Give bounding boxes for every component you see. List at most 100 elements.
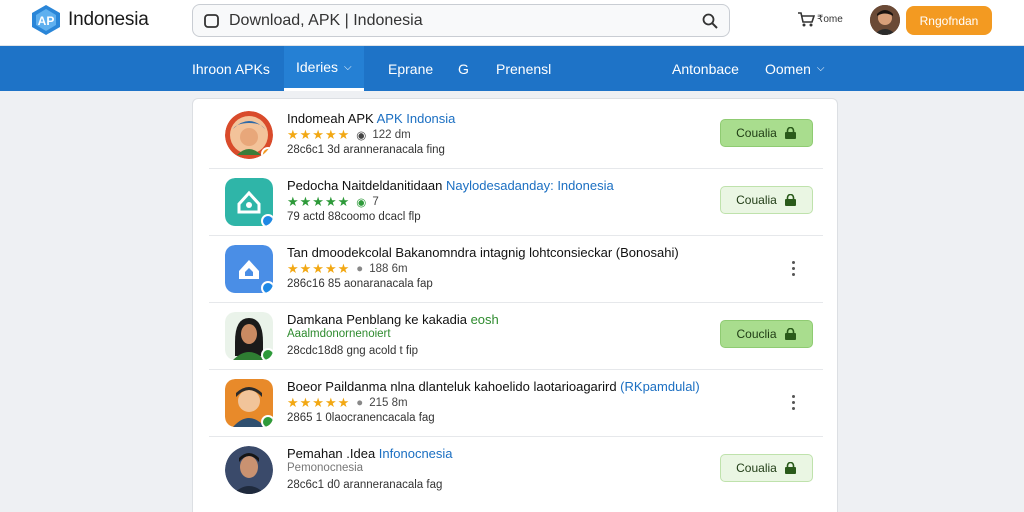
app-title[interactable]: Tan dmoodekcolal Bakanomndra intagnig lo… xyxy=(287,245,679,260)
rating-stars: ★★★★★ xyxy=(287,395,351,410)
nav-item-antonbace[interactable]: Antonbace xyxy=(672,46,739,91)
logo-text: Indonesia xyxy=(68,9,149,30)
app-title-highlight: (RKpamdulal) xyxy=(616,379,700,394)
profile-illustration-icon xyxy=(225,111,273,159)
more-options-icon[interactable] xyxy=(783,392,803,412)
info-icon: ◉ xyxy=(356,130,367,142)
app-list-panel: Indomeah APK APK Indonsia ★★★★★ ◉ 122 dm… xyxy=(192,98,838,512)
user-avatar[interactable] xyxy=(870,5,900,35)
app-meta: ★★★★★ ◉ 122 dm xyxy=(287,127,411,143)
lock-icon xyxy=(784,328,796,340)
app-desc: 28c6c1 d0 aranneranacala fag xyxy=(287,479,443,491)
app-title-text: Pedocha Naitdeldanitidaan xyxy=(287,178,443,193)
top-header: AP Indonesia Download, APK | Indonesia ₹… xyxy=(0,0,1024,46)
nav-label: Antonbace xyxy=(672,60,739,77)
app-badge xyxy=(261,214,273,226)
app-title-text: Pemahan .Idea xyxy=(287,446,376,461)
info-icon: ● xyxy=(356,263,364,275)
app-title[interactable]: Damkana Penblang ke kakadia eosh xyxy=(287,312,499,327)
magnifier-icon[interactable] xyxy=(701,12,719,30)
app-badge xyxy=(261,415,273,427)
app-desc: 28c6c1 3d aranneranacala fing xyxy=(287,144,445,156)
download-button[interactable]: Coualia xyxy=(720,454,813,482)
app-title[interactable]: Pedocha Naitdeldanitidaan Naylodesadanda… xyxy=(287,178,614,193)
teal-house-icon xyxy=(225,178,273,226)
nav-item-apks[interactable]: Ihroon APKs xyxy=(192,46,270,91)
app-meta: ★★★★★ ● 215 8m xyxy=(287,395,408,411)
search-bar[interactable]: Download, APK | Indonesia xyxy=(192,4,730,37)
download-button[interactable]: Coualia xyxy=(720,119,813,147)
nav-item-eprane[interactable]: Eprane xyxy=(388,46,433,91)
lock-icon xyxy=(784,127,796,139)
app-desc: 2865 1 0laocranencacala fag xyxy=(287,412,435,424)
app-title-highlight: eosh xyxy=(466,312,499,327)
rating-text: 122 dm xyxy=(372,129,411,141)
app-meta: Aaalmdonornenoiert xyxy=(287,328,391,340)
cart-button[interactable]: ₹ome xyxy=(797,10,843,28)
app-meta: ★★★★★ ● 188 6m xyxy=(287,261,408,277)
rating-text: Aaalmdonornenoiert xyxy=(287,328,391,340)
app-desc: 28cdc18d8 gng acold t fip xyxy=(287,345,419,357)
rating-stars: ★★★★★ xyxy=(287,194,351,209)
list-item[interactable]: Pedocha Naitdeldanitidaan Naylodesadanda… xyxy=(209,169,823,236)
rating-text: Pemonocnesia xyxy=(287,462,364,474)
woman-avatar-icon xyxy=(225,312,273,360)
chevron-down-icon: ⌵ xyxy=(344,61,352,73)
list-item[interactable]: Indomeah APK APK Indonsia ★★★★★ ◉ 122 dm… xyxy=(209,102,823,169)
search-icon xyxy=(204,13,219,28)
nav-item-oomen[interactable]: Oomen ⌵ xyxy=(765,46,825,91)
app-badge xyxy=(261,147,273,159)
nav-label: Ideries xyxy=(296,59,339,75)
nav-item-premium[interactable]: Prenensl xyxy=(496,46,551,91)
blue-house-icon xyxy=(225,245,273,293)
app-badge xyxy=(261,348,273,360)
download-label: Coualia xyxy=(736,193,777,207)
download-label: Coualia xyxy=(736,126,777,140)
rating-text: 215 8m xyxy=(369,397,408,409)
app-title-text: Damkana Penblang ke kakadia xyxy=(287,312,467,327)
rating-stars: ★★★★★ xyxy=(287,261,351,276)
list-item[interactable]: Tan dmoodekcolal Bakanomndra intagnig lo… xyxy=(209,236,823,303)
app-title-highlight: Naylodesadanday: Indonesia xyxy=(442,178,614,193)
chevron-down-icon: ⌵ xyxy=(816,63,825,74)
nav-label: G xyxy=(458,60,469,77)
info-icon: ● xyxy=(356,397,364,409)
cartoon-man-icon xyxy=(225,379,273,427)
download-button[interactable]: Couclia xyxy=(720,320,813,348)
lock-icon xyxy=(784,194,796,206)
nav-label: Eprane xyxy=(388,60,434,77)
header-cta-button[interactable]: Rngofndan xyxy=(906,6,992,35)
app-title-text: Boeor Paildanma nlna dlanteluk kahoelido… xyxy=(287,379,617,394)
svg-text:AP: AP xyxy=(38,14,55,28)
download-button[interactable]: Coualia xyxy=(720,186,813,214)
app-title-highlight: Infonocnesia xyxy=(375,446,453,461)
nav-item-g[interactable]: G xyxy=(458,46,469,91)
list-item[interactable]: Damkana Penblang ke kakadia eosh Aaalmdo… xyxy=(209,303,823,370)
check-icon: ◉ xyxy=(356,197,367,209)
logo-mark-icon: AP xyxy=(32,5,60,35)
app-title-highlight: APK Indonsia xyxy=(373,111,456,126)
app-title-text: Tan dmoodekcolal Bakanomndra intagnig lo… xyxy=(287,245,679,260)
list-item[interactable]: Boeor Paildanma nlna dlanteluk kahoelido… xyxy=(209,370,823,437)
app-title[interactable]: Pemahan .Idea Infonocnesia xyxy=(287,446,453,461)
download-label: Coualia xyxy=(736,461,777,475)
lock-icon xyxy=(784,462,796,474)
cart-icon xyxy=(798,12,815,27)
more-options-icon[interactable] xyxy=(783,258,803,278)
rating-text: 188 6m xyxy=(369,263,408,275)
app-title[interactable]: Boeor Paildanma nlna dlanteluk kahoelido… xyxy=(287,379,700,394)
app-title-text: Indomeah APK xyxy=(287,111,374,126)
rating-stars: ★★★★★ xyxy=(287,127,351,142)
list-item[interactable]: Pemahan .Idea Infonocnesia Pemonocnesia … xyxy=(209,437,823,504)
site-logo[interactable]: AP Indonesia xyxy=(30,4,149,36)
app-meta: ★★★★★ ◉ 7 xyxy=(287,194,379,210)
search-input[interactable]: Download, APK | Indonesia xyxy=(229,12,701,30)
man-portrait-icon xyxy=(225,446,273,494)
rating-text: 7 xyxy=(372,196,379,208)
nav-item-categories[interactable]: Ideries ⌵ xyxy=(284,46,364,91)
app-badge xyxy=(261,281,273,293)
app-title[interactable]: Indomeah APK APK Indonsia xyxy=(287,111,455,126)
main-nav: Ihroon APKs Ideries ⌵ Eprane G Prenensl A… xyxy=(0,46,1024,91)
nav-label: Oomen xyxy=(765,60,811,77)
nav-label: Ihroon APKs xyxy=(192,60,270,77)
